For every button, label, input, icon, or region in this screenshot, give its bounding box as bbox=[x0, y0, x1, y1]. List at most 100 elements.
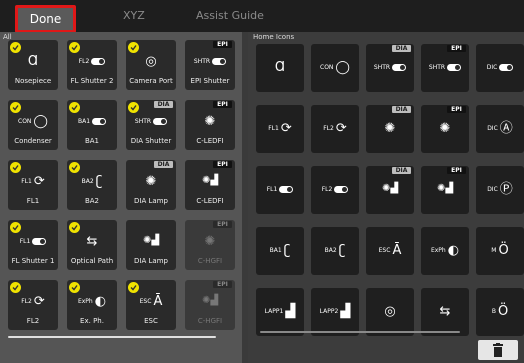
icon-symbol: ▟ bbox=[340, 303, 351, 319]
home-icon-tile[interactable]: FL2 ⟳ bbox=[311, 105, 359, 153]
condenser-icon: CON ◯ bbox=[8, 112, 58, 130]
icon-tile[interactable]: ✺▟ DIA Lamp bbox=[126, 220, 176, 270]
tile-caption: FL Shutter 2 bbox=[70, 77, 114, 85]
filter-turret-icon: FL1 ⟳ bbox=[256, 119, 304, 137]
icon-prefix-label: DIC bbox=[486, 63, 498, 71]
tile-caption: BA2 bbox=[84, 197, 100, 205]
home-icon-tile[interactable]: EPI ✺▟ bbox=[421, 166, 469, 214]
home-icon-tile[interactable]: LAPP1 ▟ bbox=[256, 288, 304, 336]
home-icon-tile[interactable]: CON ◯ bbox=[311, 44, 359, 92]
delete-button[interactable] bbox=[478, 340, 518, 360]
icon-symbol: ʗ bbox=[283, 242, 291, 258]
icon-symbol: ⟳ bbox=[280, 120, 292, 136]
icon-tile[interactable]: ExPh ◐ Ex. Ph. bbox=[67, 280, 117, 330]
shutter-toggle-icon: SHTR bbox=[185, 52, 235, 70]
home-icon-tile[interactable]: FL2 bbox=[311, 166, 359, 214]
icon-tile[interactable]: FL1 ⟳ FL1 bbox=[8, 160, 58, 210]
home-icon-tile[interactable]: EPI SHTR bbox=[421, 44, 469, 92]
icon-prefix-label: BA1 bbox=[77, 117, 91, 125]
home-icon-tile[interactable]: BÖ bbox=[476, 288, 524, 336]
home-icon-tile[interactable]: BA1 ʗ bbox=[256, 227, 304, 275]
home-icon-tile[interactable]: Ɑ bbox=[256, 44, 304, 92]
home-icon-tile[interactable]: ◎ bbox=[366, 288, 414, 336]
icon-tile[interactable]: DIA SHTR DIA Shutter bbox=[126, 100, 176, 150]
tile-caption: DIA Lamp bbox=[134, 257, 168, 265]
home-icon-tile[interactable]: FL1 bbox=[256, 166, 304, 214]
tile-caption: Condenser bbox=[14, 137, 52, 145]
icon-symbol: ⟳ bbox=[33, 173, 45, 189]
icon-symbol: Ɑ bbox=[274, 59, 286, 75]
icon-symbol: ✺ bbox=[439, 120, 451, 136]
home-icon-tile[interactable]: DIC Ⓟ bbox=[476, 166, 524, 214]
icon-tile[interactable]: EPI ✺ C-HGFI bbox=[185, 220, 235, 270]
home-icons-label: Home Icons bbox=[253, 33, 295, 41]
home-icon-tile[interactable]: EPI ✺ bbox=[421, 105, 469, 153]
icon-prefix-label: FL2 bbox=[323, 124, 334, 132]
icon-tile[interactable]: Ɑ Nosepiece bbox=[8, 40, 58, 90]
toggle-icon bbox=[392, 63, 407, 71]
home-panel-scrollbar[interactable] bbox=[260, 331, 460, 333]
home-icon-tile[interactable]: DIA SHTR bbox=[366, 44, 414, 92]
toggle-icon bbox=[92, 117, 107, 125]
icon-tile[interactable]: CON ◯ Condenser bbox=[8, 100, 58, 150]
icon-symbol: ◎ bbox=[145, 53, 157, 69]
icon-tile[interactable]: EPI ✺ C-LEDFI bbox=[185, 100, 235, 150]
icon-symbol: Ā bbox=[153, 293, 163, 309]
shutter-toggle-icon: SHTR bbox=[421, 58, 469, 76]
icon-prefix-label: DIC bbox=[487, 124, 498, 132]
icon-tile[interactable]: BA1 BA1 bbox=[67, 100, 117, 150]
tile-caption: DIA Lamp bbox=[134, 197, 168, 205]
home-icon-tile[interactable]: ⇆ bbox=[421, 288, 469, 336]
icon-symbol: ◯ bbox=[335, 59, 350, 75]
home-icon-tile[interactable]: ESC Ā bbox=[366, 227, 414, 275]
icon-tile[interactable]: ⇆ Optical Path bbox=[67, 220, 117, 270]
toggle-icon bbox=[499, 63, 514, 71]
home-icon-tile[interactable]: DIA ✺▟ bbox=[366, 166, 414, 214]
icon-prefix-label: LAPP1 bbox=[264, 307, 284, 315]
home-icon-tile[interactable]: DIA ✺ bbox=[366, 105, 414, 153]
tab-xyz[interactable]: XYZ bbox=[123, 9, 145, 22]
icon-symbol: ◯ bbox=[33, 113, 48, 129]
home-icon-tile[interactable]: ExPh ◐ bbox=[421, 227, 469, 275]
mode-badge: DIA bbox=[154, 161, 173, 168]
icon-symbol: ⟳ bbox=[33, 293, 45, 309]
shutter-toggle-icon: FL2 bbox=[311, 180, 359, 198]
home-icon-tile[interactable]: FL1 ⟳ bbox=[256, 105, 304, 153]
icon-tile[interactable]: BA2 ʗ BA2 bbox=[67, 160, 117, 210]
toggle-icon bbox=[32, 237, 47, 245]
lamp-intensity-icon: ✺▟ bbox=[366, 180, 414, 198]
icon-tile[interactable]: FL1 FL Shutter 1 bbox=[8, 220, 58, 270]
icon-tile[interactable]: ESC Ā ESC bbox=[126, 280, 176, 330]
home-icon-tile[interactable]: DIC Ⓐ bbox=[476, 105, 524, 153]
icon-tile[interactable]: EPI ✺▟ C-LEDFI bbox=[185, 160, 235, 210]
condenser-icon: CON ◯ bbox=[311, 58, 359, 76]
mode-badge: EPI bbox=[213, 101, 232, 108]
icon-tile[interactable]: EPI ✺▟ C-HGFI bbox=[185, 280, 235, 330]
icon-symbol: Ɑ bbox=[27, 53, 39, 69]
tab-assist-guide[interactable]: Assist Guide bbox=[196, 9, 264, 22]
icon-tile[interactable]: FL2 ⟳ FL2 bbox=[8, 280, 58, 330]
home-icons-panel: Ɑ CON ◯ DIA SHTR EPI SHTR DIC FL1 ⟳ FL2 ⟳ DIA ✺ EPI ✺ DI… bbox=[248, 32, 524, 363]
mode-badge: EPI bbox=[213, 161, 232, 168]
icon-prefix-label: CON bbox=[18, 117, 32, 125]
shutter-toggle-icon: FL2 bbox=[67, 52, 117, 70]
home-icon-tile[interactable]: BA2 ʗ bbox=[311, 227, 359, 275]
led-intensity-icon: ✺▟ bbox=[185, 172, 235, 190]
toggle-icon bbox=[447, 63, 462, 71]
icon-symbol: Ⓐ bbox=[499, 120, 513, 136]
mode-badge: EPI bbox=[447, 106, 466, 113]
tile-caption: Optical Path bbox=[70, 257, 114, 265]
barrier-filter-icon: BA1 ʗ bbox=[256, 241, 304, 259]
all-panel-scrollbar[interactable] bbox=[8, 336, 216, 338]
home-icon-tile[interactable]: DIC bbox=[476, 44, 524, 92]
icon-tile[interactable]: FL2 FL Shutter 2 bbox=[67, 40, 117, 90]
icon-symbol: ʗ bbox=[338, 242, 346, 258]
icon-tile[interactable]: ◎ Camera Port bbox=[126, 40, 176, 90]
icon-prefix-label: FL1 bbox=[19, 237, 31, 245]
done-button[interactable]: Done bbox=[15, 5, 76, 33]
icon-tile[interactable]: DIA ✺ DIA Lamp bbox=[126, 160, 176, 210]
icon-tile[interactable]: EPI SHTR EPI Shutter bbox=[185, 40, 235, 90]
home-icon-tile[interactable]: LAPP2 ▟ bbox=[311, 288, 359, 336]
hg-lamp-icon: ✺ bbox=[185, 232, 235, 250]
home-icon-tile[interactable]: MÖ bbox=[476, 227, 524, 275]
